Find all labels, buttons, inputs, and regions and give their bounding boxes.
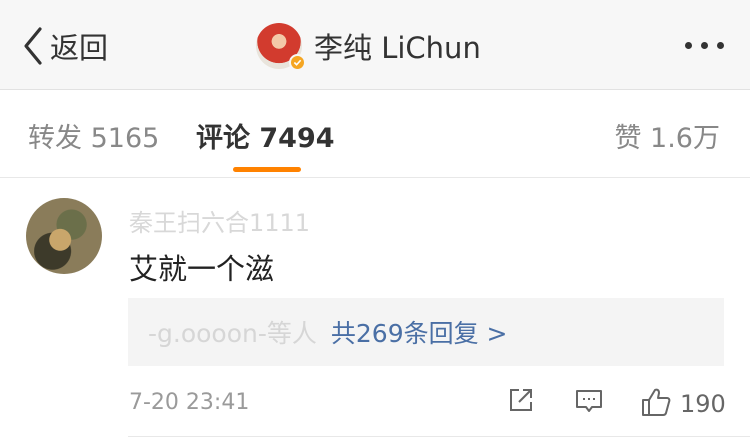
page-title: 李纯 LiChun — [314, 31, 481, 65]
back-label: 返回 — [50, 31, 109, 65]
avatar[interactable] — [256, 23, 306, 71]
thumbs-up-icon — [640, 386, 672, 422]
more-icon[interactable] — [685, 42, 724, 49]
tab-repost[interactable]: 转发 5165 — [28, 116, 159, 155]
share-icon — [507, 386, 535, 418]
like-button[interactable]: 190 — [640, 386, 726, 422]
reply-icon — [574, 386, 604, 420]
comment-text: 艾就一个滋 — [129, 252, 275, 286]
chevron-left-icon — [22, 26, 44, 66]
top-nav-bar: 返回 李纯 LiChun — [0, 0, 750, 90]
replies-preview[interactable]: -g.oooon-等人 共269条回复 > — [128, 298, 724, 366]
reply-count-link[interactable]: 共269条回复 > — [331, 314, 508, 350]
commenter-username[interactable]: 秦王扫六合1111 — [129, 203, 310, 238]
commenter-avatar[interactable] — [26, 198, 102, 274]
reply-button[interactable] — [574, 386, 604, 420]
profile-title[interactable]: 李纯 LiChun — [256, 22, 481, 71]
reply-users: -g.oooon-等人 — [148, 319, 317, 348]
back-button[interactable]: 返回 — [22, 26, 108, 66]
comment-timestamp: 7-20 23:41 — [129, 390, 250, 415]
active-tab-indicator — [233, 167, 301, 172]
share-button[interactable] — [507, 386, 535, 418]
tab-bar: 转发 5165 评论 7494 赞 1.6万 — [0, 90, 750, 178]
like-count: 190 — [680, 390, 726, 418]
verified-icon — [289, 54, 306, 71]
divider — [128, 436, 750, 437]
tab-like[interactable]: 赞 1.6万 — [614, 116, 720, 155]
tab-comment[interactable]: 评论 7494 — [196, 116, 335, 155]
